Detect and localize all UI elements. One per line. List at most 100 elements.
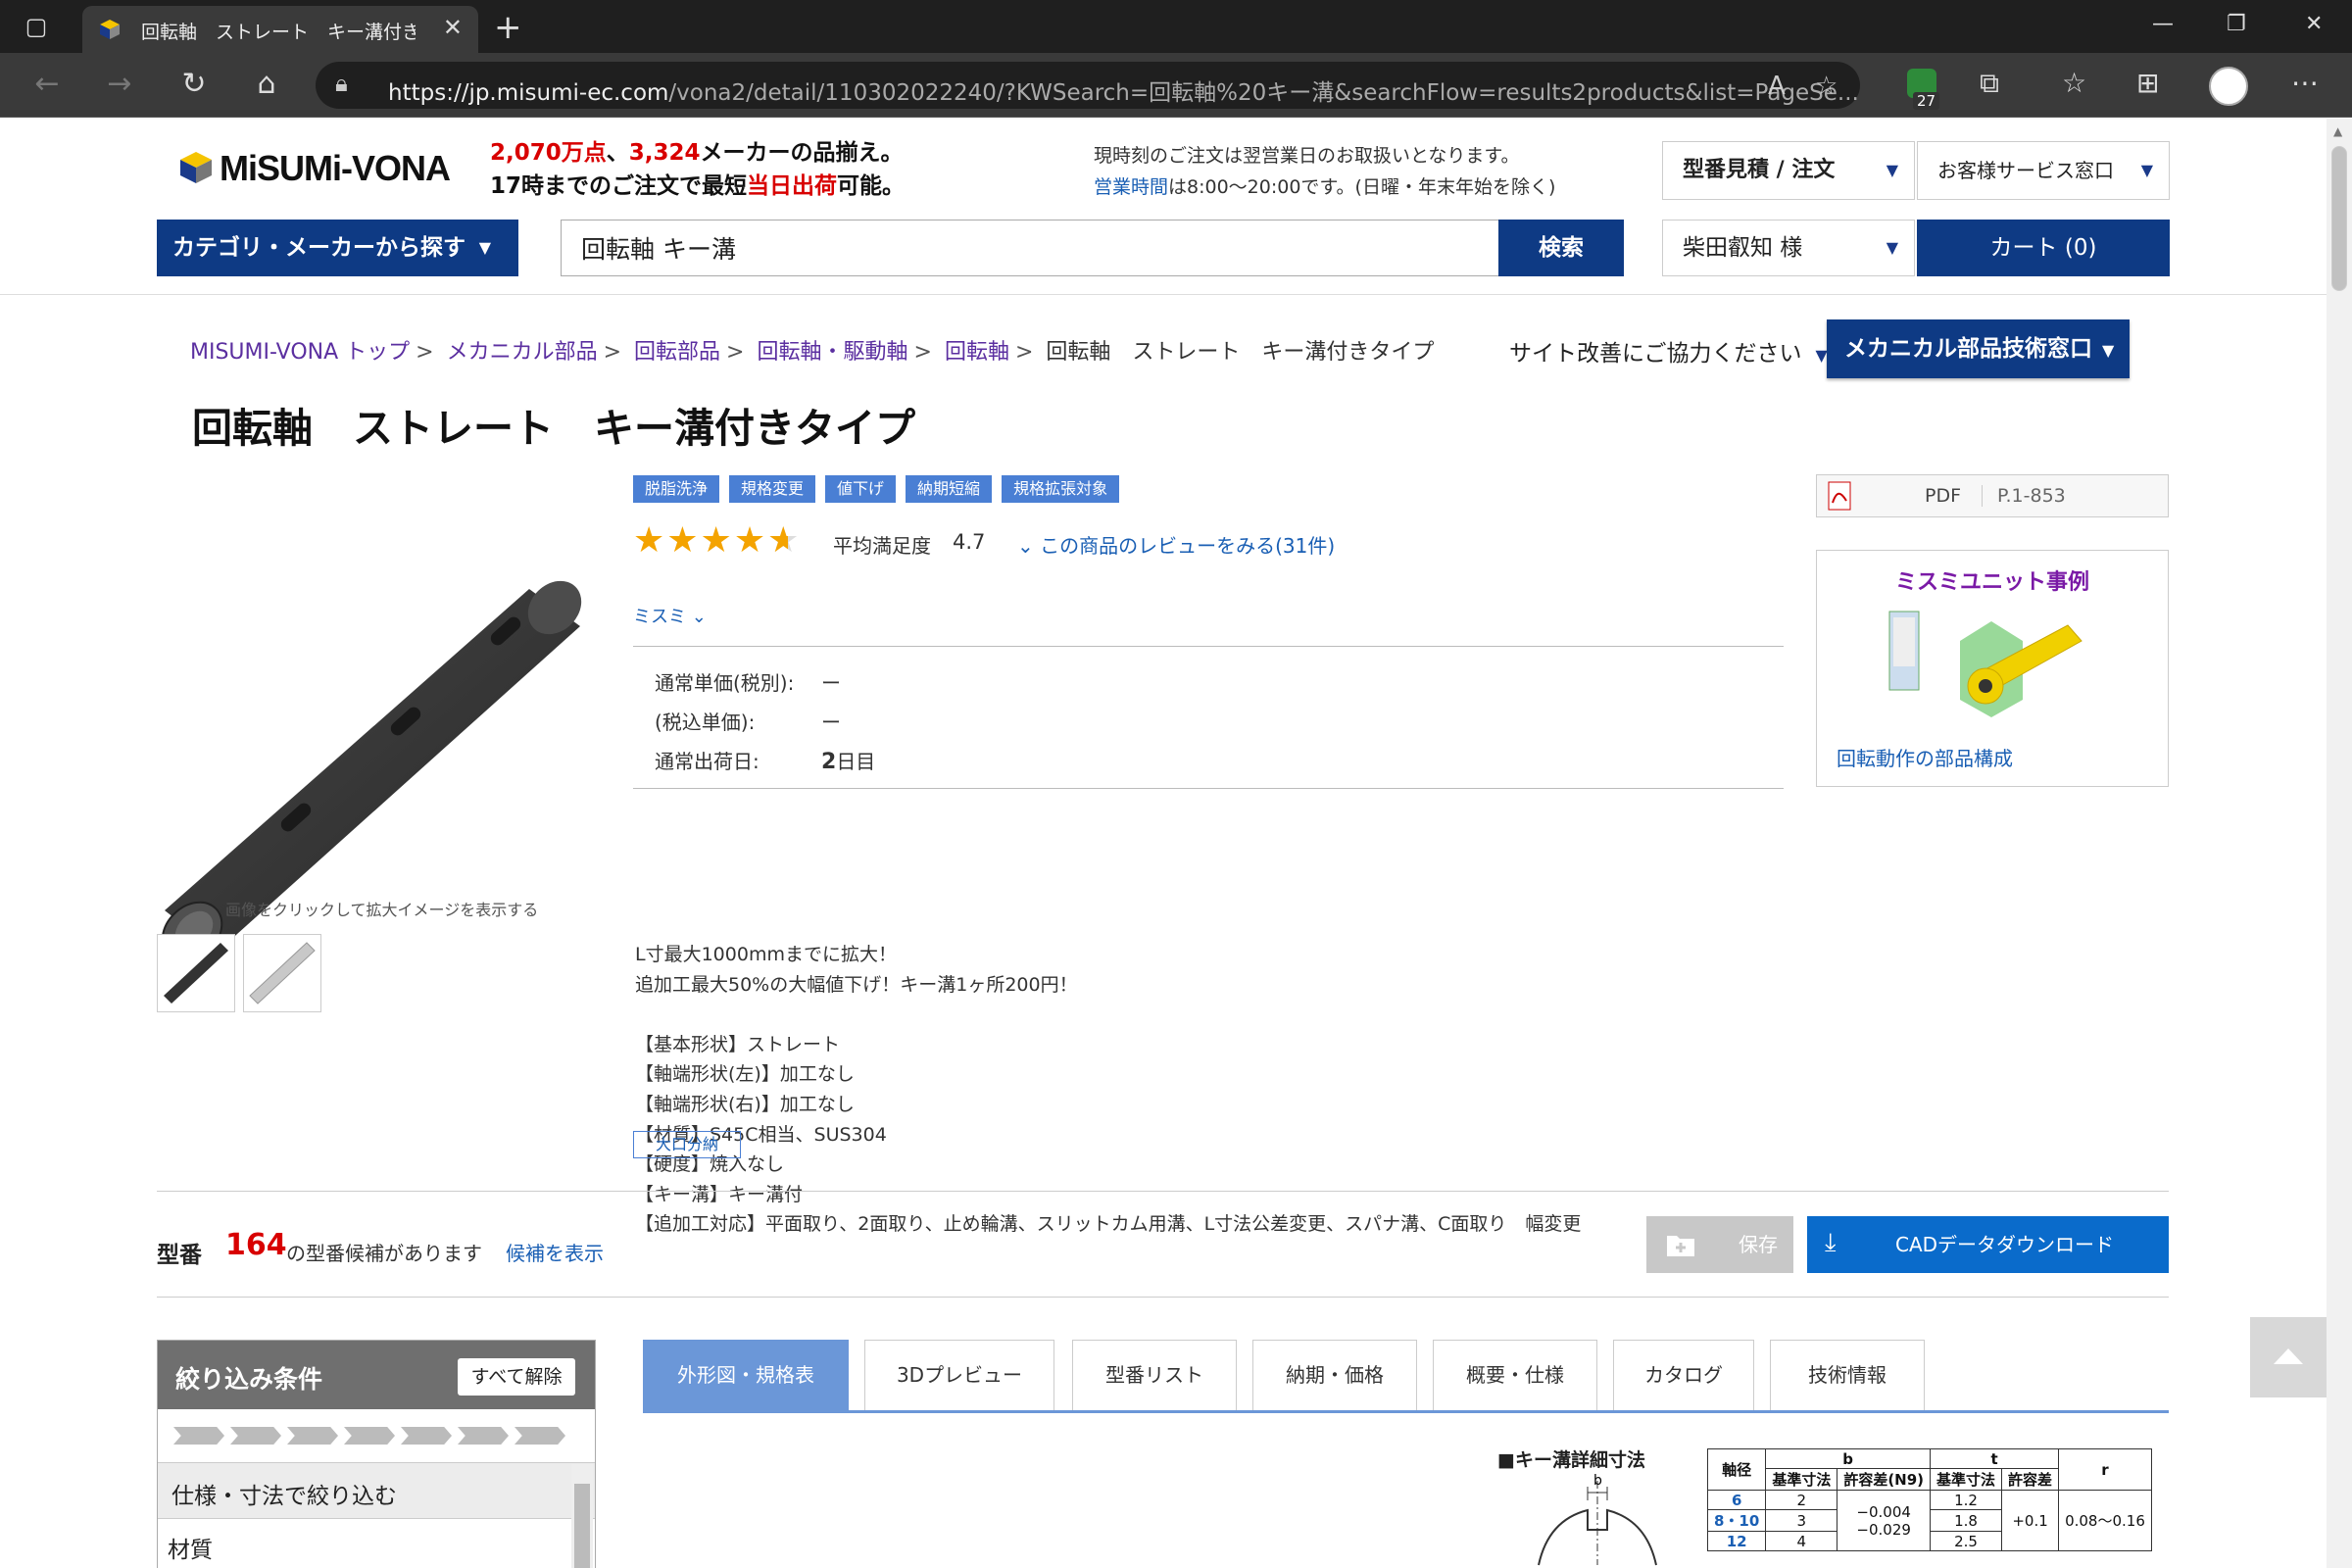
restore-icon[interactable]: ❐ xyxy=(2227,12,2246,36)
chevron-down-icon: ▼ xyxy=(2102,341,2115,360)
lock-icon[interactable]: 🔒︎ xyxy=(335,70,348,97)
category-maker-button[interactable]: カテゴリ・メーカーから探す ▼ xyxy=(157,220,518,276)
tag-spec-extend[interactable]: 規格拡張対象 xyxy=(1002,475,1120,503)
read-aloud-icon[interactable]: A xyxy=(1768,72,1786,101)
quote-order-dropdown[interactable]: 型番見積 / 注文 ▼ xyxy=(1662,141,1915,200)
chevron-down-icon: ▼ xyxy=(1886,238,1898,257)
tab-delivery-price[interactable]: 納期・価格 xyxy=(1252,1340,1417,1410)
drawing-b-label: b xyxy=(1593,1473,1602,1489)
chevron-down-icon: ▼ xyxy=(2140,161,2153,179)
tab-underline xyxy=(643,1410,2169,1413)
close-window-icon[interactable]: ✕ xyxy=(2305,12,2323,36)
bulk-delivery-tag[interactable]: 大口分納 xyxy=(633,1131,741,1158)
unit-example-panel[interactable]: ミスミユニット事例 回転動作の部品構成 xyxy=(1816,550,2169,787)
extension-icon[interactable]: 27 xyxy=(1907,69,1940,110)
more-menu-icon[interactable]: ⋯ xyxy=(2291,67,2319,99)
download-icon: ⤓ xyxy=(1825,1228,1837,1257)
browser-tab[interactable]: 回転軸 ストレート キー溝付きタイプ ✕ xyxy=(82,6,478,53)
section-divider xyxy=(157,1191,2169,1192)
tab-drawing-spec[interactable]: 外形図・規格表 xyxy=(643,1340,849,1410)
extensions-icon[interactable]: ⧉ xyxy=(1980,67,1999,100)
image-caption: 画像をクリックして拡大イメージを表示する xyxy=(225,901,539,919)
chevron-down-icon: ▼ xyxy=(1815,346,1828,365)
reload-icon[interactable]: ↻ xyxy=(176,67,212,102)
collections-icon[interactable]: ⊞ xyxy=(2136,67,2159,99)
page-scrollbar[interactable]: ▲ xyxy=(2327,119,2352,1568)
table-row: 62 −0.004 −0.029 1.2 +0.1 0.08～0.16 xyxy=(1706,1490,2152,1551)
new-tab-icon[interactable]: + xyxy=(494,8,522,47)
tag-spec-change[interactable]: 規格変更 xyxy=(729,475,816,503)
ship-day-row: 通常出荷日: 2日目 xyxy=(655,750,876,774)
logo-cube-icon xyxy=(180,152,212,183)
chevron-down-icon: ▼ xyxy=(478,238,491,257)
business-hours-link[interactable]: 営業時間 xyxy=(1094,176,1168,198)
filter-header: 絞り込み条件 すべて解除 xyxy=(158,1341,595,1409)
misumi-favicon-icon xyxy=(100,20,120,39)
tag-lead-time[interactable]: 納期短縮 xyxy=(906,475,993,503)
chevron-down-icon: ⌄ xyxy=(691,607,707,627)
filter-material[interactable]: 材質 xyxy=(168,1531,213,1564)
tab-tech-info[interactable]: 技術情報 xyxy=(1770,1340,1925,1410)
site-improve-link[interactable]: サイト改善にご協力ください ▼ xyxy=(1509,334,1828,368)
search-input[interactable] xyxy=(562,220,1497,275)
model-label: 型番 xyxy=(157,1243,202,1268)
breadcrumb-mechanical[interactable]: メカニカル部品 xyxy=(447,340,598,365)
unit-example-image xyxy=(1888,611,2082,717)
profile-avatar[interactable] xyxy=(2209,67,2248,106)
promo-text: 2,070万点、3,324メーカーの品揃え。 17時までのご注文で最短当日出荷可… xyxy=(490,140,906,199)
breadcrumb-rotating-parts[interactable]: 回転部品 xyxy=(634,340,720,365)
tab-actions-icon[interactable]: ▢ xyxy=(22,12,51,41)
folder-add-icon xyxy=(1667,1236,1694,1256)
thumbnail-silver[interactable] xyxy=(243,934,321,1012)
search-button[interactable]: 検索 xyxy=(1498,220,1624,276)
filter-panel: 絞り込み条件 すべて解除 仕様・寸法で絞り込む 材質 xyxy=(157,1340,596,1568)
arrow-up-icon xyxy=(2274,1348,2303,1364)
favorite-add-icon[interactable]: ☆ xyxy=(1815,72,1838,101)
unit-example-link[interactable]: 回転動作の部品構成 xyxy=(1837,743,2013,771)
model-count: 164 xyxy=(225,1228,287,1262)
home-icon[interactable]: ⌂ xyxy=(249,67,284,102)
breadcrumb-current: 回転軸 ストレート キー溝付きタイプ xyxy=(1046,340,1435,365)
scroll-up-icon[interactable]: ▲ xyxy=(2333,124,2342,138)
tag-price-down[interactable]: 値下げ xyxy=(825,475,897,503)
back-to-top-button[interactable] xyxy=(2250,1317,2327,1397)
rating-label: 平均満足度 xyxy=(833,534,931,558)
tab-catalog[interactable]: カタログ xyxy=(1613,1340,1754,1410)
header-divider xyxy=(0,294,2327,295)
show-candidates-link[interactable]: 候補を表示 xyxy=(506,1238,604,1266)
user-dropdown[interactable]: 柴田叡知 様 ▼ xyxy=(1662,220,1915,276)
filter-steps xyxy=(173,1427,571,1448)
thumbnail-black[interactable] xyxy=(157,934,235,1012)
customer-service-dropdown[interactable]: お客様サービス窓口 ▼ xyxy=(1917,141,2170,200)
tech-support-button[interactable]: メカニカル部品技術窓口 ▼ xyxy=(1827,319,2130,378)
clear-all-button[interactable]: すべて解除 xyxy=(458,1358,575,1396)
address-bar[interactable]: 🔒︎ https://jp.misumi-ec.com/vona2/detail… xyxy=(316,62,1860,109)
save-button[interactable]: 保存 xyxy=(1646,1216,1793,1273)
page-title: 回転軸 ストレート キー溝付きタイプ xyxy=(192,405,915,452)
cart-button[interactable]: カート (0) xyxy=(1917,220,2170,276)
tab-3d-preview[interactable]: 3Dプレビュー xyxy=(864,1340,1054,1410)
back-icon[interactable]: ← xyxy=(29,67,65,102)
cad-download-button[interactable]: ⤓ CADデータダウンロード xyxy=(1807,1216,2169,1273)
breadcrumb-shafts[interactable]: 回転軸・駆動軸 xyxy=(757,340,907,365)
review-link[interactable]: ⌄ この商品のレビューをみる(31件) xyxy=(1017,530,1335,559)
breadcrumb-top[interactable]: MISUMI-VONA トップ xyxy=(190,340,410,365)
price-row: 通常単価(税別): ー xyxy=(655,671,841,695)
filter-scrollbar[interactable] xyxy=(571,1464,593,1568)
close-tab-icon[interactable]: ✕ xyxy=(443,14,463,41)
tab-overview-spec[interactable]: 概要・仕様 xyxy=(1433,1340,1597,1410)
filter-title: 絞り込み条件 xyxy=(175,1365,323,1394)
tag-degrease[interactable]: 脱脂洗浄 xyxy=(633,475,720,503)
chevron-down-icon: ⌄ xyxy=(1017,534,1041,558)
breadcrumb-rotary-shaft[interactable]: 回転軸 xyxy=(945,340,1009,365)
order-notice: 現時刻のご注文は翌営業日のお取扱いとなります。 営業時間は8:00～20:00で… xyxy=(1094,145,1556,198)
tab-model-list[interactable]: 型番リスト xyxy=(1072,1340,1237,1410)
brand-dropdown[interactable]: ミスミ ⌄ xyxy=(633,603,707,628)
forward-icon[interactable]: → xyxy=(102,67,137,102)
breadcrumb: MISUMI-VONA トップ > メカニカル部品 > 回転部品 > 回転軸・駆動軸 >… xyxy=(190,340,1435,365)
catalog-pdf-link[interactable]: PDF P.1-853 xyxy=(1816,474,2169,517)
filter-spec-section[interactable]: 仕様・寸法で絞り込む xyxy=(158,1462,595,1519)
favorites-icon[interactable]: ☆ xyxy=(2062,67,2086,99)
minimize-icon[interactable]: — xyxy=(2152,12,2174,36)
scrollbar-thumb[interactable] xyxy=(2331,146,2347,291)
